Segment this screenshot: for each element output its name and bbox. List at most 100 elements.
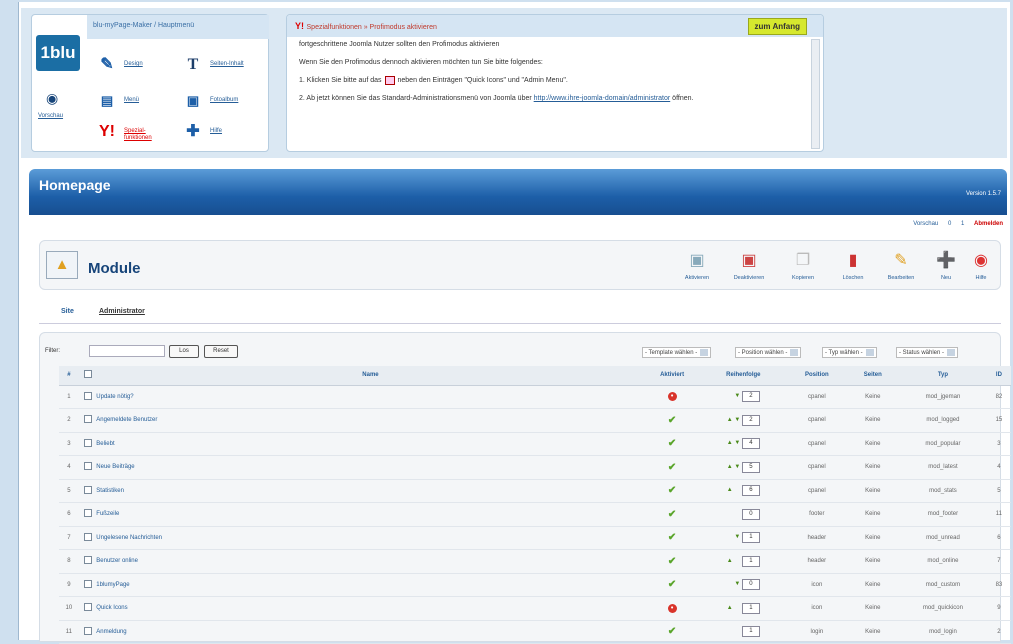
order-input[interactable]: 2 [741,414,760,426]
preview-link[interactable]: Vorschau [38,113,63,119]
order-input[interactable]: 1 [741,555,760,567]
content-tool[interactable]: T Seiten-Inhalt [182,53,262,79]
admin-link[interactable]: http://www.ihre-joomla-domain/administra… [534,95,671,102]
column-header-enabled[interactable]: Aktiviert [644,366,700,386]
order-input[interactable]: 1 [741,532,760,544]
enabled-toggle[interactable]: • [644,385,700,409]
order-input[interactable]: 1 [741,626,760,638]
module-name-link[interactable]: Neue Beiträge [96,455,645,480]
disabled-icon[interactable]: • [667,603,677,613]
enabled-toggle[interactable]: ✔ [644,526,700,550]
move-down-icon[interactable]: ▼ [734,464,740,470]
column-header-name[interactable]: Name [96,366,645,386]
column-header-pages[interactable]: Seiten [846,366,900,386]
move-down-icon[interactable]: ▼ [734,417,740,423]
module-name-link[interactable]: Update nötig? [96,385,645,409]
special-functions-tool[interactable]: Y! Spezial-funktionen [96,120,176,146]
move-up-icon[interactable]: ▲ [727,464,733,470]
help-button[interactable]: ◉ Hilfe [960,249,1002,281]
enabled-toggle[interactable]: • [644,596,700,621]
back-to-start-button[interactable]: zum Anfang [747,18,807,35]
module-name-link[interactable]: Quick Icons [96,596,645,621]
move-up-icon[interactable]: ▲ [727,558,733,564]
move-down-icon[interactable]: ▼ [734,534,740,540]
design-tool[interactable]: ✎ Design [96,53,176,79]
logout-link[interactable]: Abmelden [974,221,1003,227]
enabled-toggle[interactable]: ✔ [644,479,700,503]
go-button[interactable]: Los [169,345,199,358]
template-select[interactable]: - Template wählen - [642,347,712,358]
move-down-icon[interactable]: ▼ [734,440,740,446]
row-checkbox[interactable] [78,455,97,480]
module-name-link[interactable]: Benutzer online [96,549,645,574]
row-checkbox[interactable] [78,502,97,527]
order-input[interactable]: 1 [741,602,760,614]
preview-icon[interactable]: ◉ [46,90,58,107]
notice-scrollbar[interactable] [811,39,820,149]
select-all-checkbox[interactable] [78,366,97,386]
row-checkbox[interactable] [78,549,97,574]
order-input[interactable]: 0 [741,579,760,591]
module-name-link[interactable]: 1blumyPage [96,573,645,597]
type-select[interactable]: - Typ wählen - [822,347,877,358]
order-input[interactable]: 0 [741,508,760,520]
tab-site[interactable]: Site [61,308,74,315]
copy-button[interactable]: ❐ Kopieren [782,249,824,281]
edit-button[interactable]: ✎ Bearbeiten [880,249,922,281]
menu-tool[interactable]: ▤ Menü [96,89,176,115]
order-input[interactable]: 2 [741,391,760,403]
order-input[interactable]: 6 [741,485,760,497]
row-checkbox[interactable] [78,385,97,409]
check-icon[interactable]: ✔ [668,532,676,543]
status-select[interactable]: - Status wählen - [896,347,959,358]
position-select[interactable]: - Position wählen - [735,347,802,358]
check-icon[interactable]: ✔ [668,462,676,473]
preview-link[interactable]: Vorschau [913,221,938,227]
enabled-toggle[interactable]: ✔ [644,408,700,433]
move-up-icon[interactable]: ▲ [727,487,733,493]
photo-album-tool[interactable]: ▣ Fotoalbum [182,89,262,115]
delete-button[interactable]: ▮ Löschen [832,249,874,281]
module-name-link[interactable]: Fußzeile [96,502,645,527]
column-header-id[interactable]: ID [986,366,1011,386]
reset-button[interactable]: Reset [204,345,238,358]
check-icon[interactable]: ✔ [668,438,676,449]
row-checkbox[interactable] [78,596,97,621]
order-input[interactable]: 4 [741,438,760,450]
check-icon[interactable]: ✔ [668,579,676,590]
check-icon[interactable]: ✔ [668,509,676,520]
module-name-link[interactable]: Angemeldete Benutzer [96,408,645,433]
row-checkbox[interactable] [78,479,97,503]
move-down-icon[interactable]: ▼ [734,393,740,399]
enabled-toggle[interactable]: ✔ [644,573,700,597]
filter-input[interactable] [89,345,165,357]
move-up-icon[interactable]: ▲ [727,605,733,611]
enabled-toggle[interactable]: ✔ [644,432,700,456]
column-header-type[interactable]: Typ [899,366,987,386]
column-header-position[interactable]: Position [787,366,847,386]
row-checkbox[interactable] [78,573,97,597]
module-name-link[interactable]: Beliebt [96,432,645,456]
check-icon[interactable]: ✔ [668,415,676,426]
module-name-link[interactable]: Ungelesene Nachrichten [96,526,645,550]
move-up-icon[interactable]: ▲ [727,440,733,446]
module-name-link[interactable]: Statistiken [96,479,645,503]
user-count[interactable]: 1 [961,221,964,227]
row-checkbox[interactable] [78,408,97,433]
enabled-toggle[interactable]: ✔ [644,455,700,480]
check-icon[interactable]: ✔ [668,485,676,496]
check-icon[interactable]: ✔ [668,556,676,567]
deactivate-button[interactable]: ▣ Deaktivieren [728,249,770,281]
help-tool[interactable]: ✚ Hilfe [182,120,262,146]
column-header-order[interactable]: Reihenfolge [699,366,788,386]
tab-administrator[interactable]: Administrator [99,308,145,315]
message-count[interactable]: 0 [948,221,951,227]
row-checkbox[interactable] [78,526,97,550]
order-input[interactable]: 5 [741,461,760,473]
enabled-toggle[interactable]: ✔ [644,549,700,574]
row-checkbox[interactable] [78,432,97,456]
disabled-icon[interactable]: • [667,392,677,402]
check-icon[interactable]: ✔ [668,626,676,637]
enabled-toggle[interactable]: ✔ [644,502,700,527]
activate-button[interactable]: ▣ Aktivieren [676,249,718,281]
